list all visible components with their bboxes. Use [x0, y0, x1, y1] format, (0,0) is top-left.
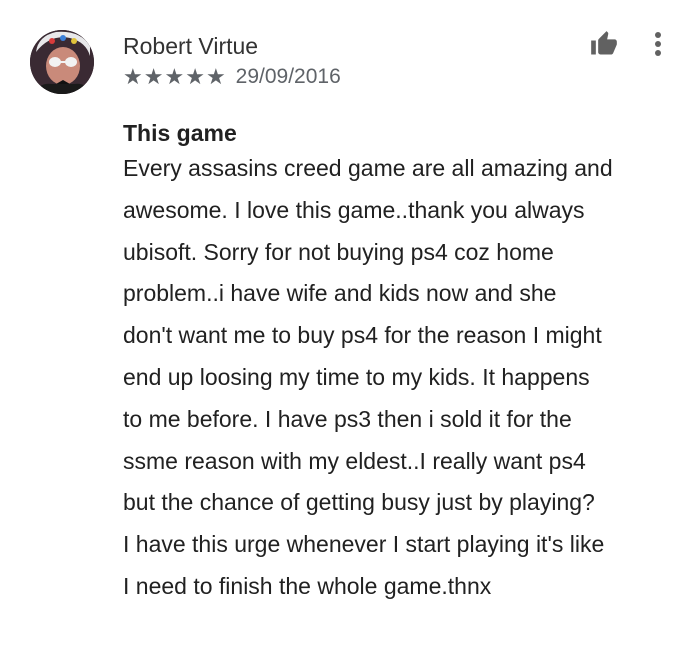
- review-line: Every assasins creed game are all amazin…: [123, 155, 613, 181]
- star-icon: ★: [143, 64, 164, 89]
- review-title: This game: [123, 120, 237, 146]
- reviewer-name: Robert Virtue: [123, 33, 259, 59]
- avatar[interactable]: [30, 30, 94, 94]
- review-line: end up loosing my time to my kids. It ha…: [123, 363, 590, 390]
- review-line: I have this urge whenever I start playin…: [123, 531, 605, 558]
- star-rating: ★ ★ ★ ★ ★: [123, 64, 226, 90]
- star-icon: ★: [123, 64, 143, 89]
- review-line: awesome. I love this game..thank you alw…: [123, 196, 585, 223]
- more-vertical-icon: [655, 32, 661, 56]
- review-meta: ★ ★ ★ ★ ★ 29/09/2016: [123, 64, 341, 90]
- review-line: don't want me to buy ps4 for the reason …: [123, 322, 602, 349]
- avatar-image: [30, 30, 94, 94]
- review-line: to me before. I have ps3 then i sold it …: [123, 405, 572, 432]
- star-icon: ★: [205, 64, 226, 89]
- thumbs-up-icon: [591, 31, 617, 55]
- star-icon: ★: [185, 64, 205, 89]
- review-line: I need to finish the whole game.thnx: [123, 572, 492, 599]
- review-line: but the chance of getting busy just by p…: [123, 489, 595, 516]
- review-date: 29/09/2016: [235, 65, 341, 88]
- star-icon: ★: [164, 64, 185, 89]
- review-body: Every assasins creed game are all amazin…: [123, 148, 613, 608]
- helpful-button[interactable]: [586, 26, 622, 62]
- more-options-button[interactable]: [646, 26, 670, 62]
- review-line: problem..i have wife and kids now and sh…: [123, 280, 557, 307]
- review-line: ssme reason with my eldest..I really wan…: [123, 447, 586, 474]
- review-line: ubisoft. Sorry for not buying ps4 coz ho…: [123, 238, 554, 265]
